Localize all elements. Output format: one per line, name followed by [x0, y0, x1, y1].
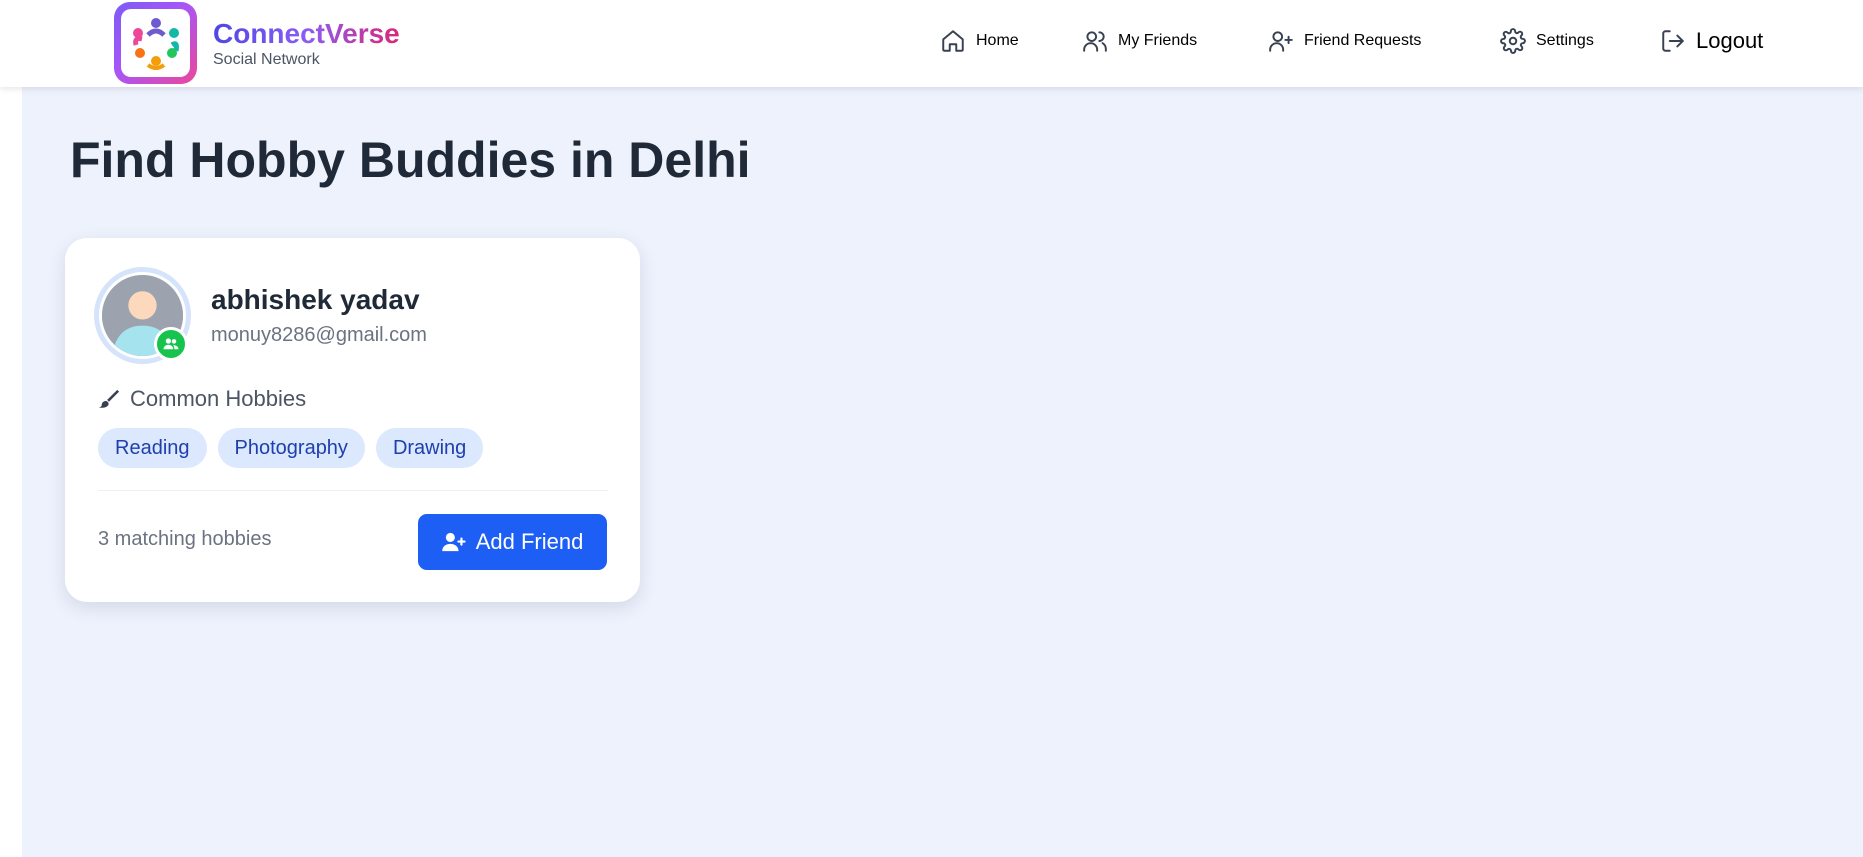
- user-plus-icon: [441, 532, 466, 552]
- gear-icon: [1500, 28, 1526, 54]
- nav-friend-requests[interactable]: Friend Requests: [1268, 28, 1421, 54]
- users-icon: [1083, 31, 1107, 52]
- group-icon: [163, 338, 179, 350]
- nav-settings[interactable]: Settings: [1500, 28, 1594, 54]
- hobby-chip: Drawing: [375, 428, 484, 468]
- brand-subtitle: Social Network: [213, 51, 320, 68]
- user-email: monuy8286@gmail.com: [211, 324, 427, 346]
- paintbrush-icon: [98, 389, 120, 408]
- buddy-card: abhishek yadav monuy8286@gmail.com Commo…: [65, 238, 640, 602]
- hobby-chip: Reading: [98, 428, 207, 468]
- card-divider: [98, 490, 608, 491]
- logo-inner: [121, 9, 190, 77]
- common-hobbies-heading: Common Hobbies: [98, 386, 306, 412]
- matching-count: 3 matching hobbies: [98, 528, 272, 550]
- hobby-chips: Reading Photography Drawing: [98, 428, 484, 468]
- logout-icon: [1662, 30, 1684, 52]
- nav-settings-label: Settings: [1536, 32, 1594, 49]
- nav-my-friends-label: My Friends: [1118, 32, 1198, 49]
- nav-logout-label: Logout: [1696, 28, 1764, 53]
- add-friend-button[interactable]: Add Friend: [418, 514, 607, 570]
- user-name: abhishek yadav: [211, 284, 420, 315]
- add-friend-label: Add Friend: [475, 529, 584, 554]
- common-hobbies-label: Common Hobbies: [130, 386, 307, 411]
- friends-badge: [154, 327, 188, 361]
- nav-friend-requests-label: Friend Requests: [1304, 32, 1422, 49]
- nav-my-friends[interactable]: My Friends: [1082, 28, 1197, 54]
- hobby-chip: Photography: [217, 428, 365, 468]
- people-circle-icon: [132, 18, 179, 70]
- app-logo[interactable]: [114, 2, 197, 84]
- nav-home[interactable]: Home: [940, 28, 1019, 54]
- brand: ConnectVerse Social Network: [213, 18, 400, 69]
- brand-title: ConnectVerse: [213, 18, 400, 49]
- nav-logout[interactable]: Logout: [1660, 28, 1763, 54]
- user-plus-icon: [1269, 31, 1293, 52]
- page-title: Find Hobby Buddies in Delhi: [70, 132, 751, 188]
- top-navbar: ConnectVerse Social Network Home My Frie…: [0, 0, 1863, 87]
- home-icon: [942, 30, 964, 52]
- nav-home-label: Home: [976, 32, 1019, 49]
